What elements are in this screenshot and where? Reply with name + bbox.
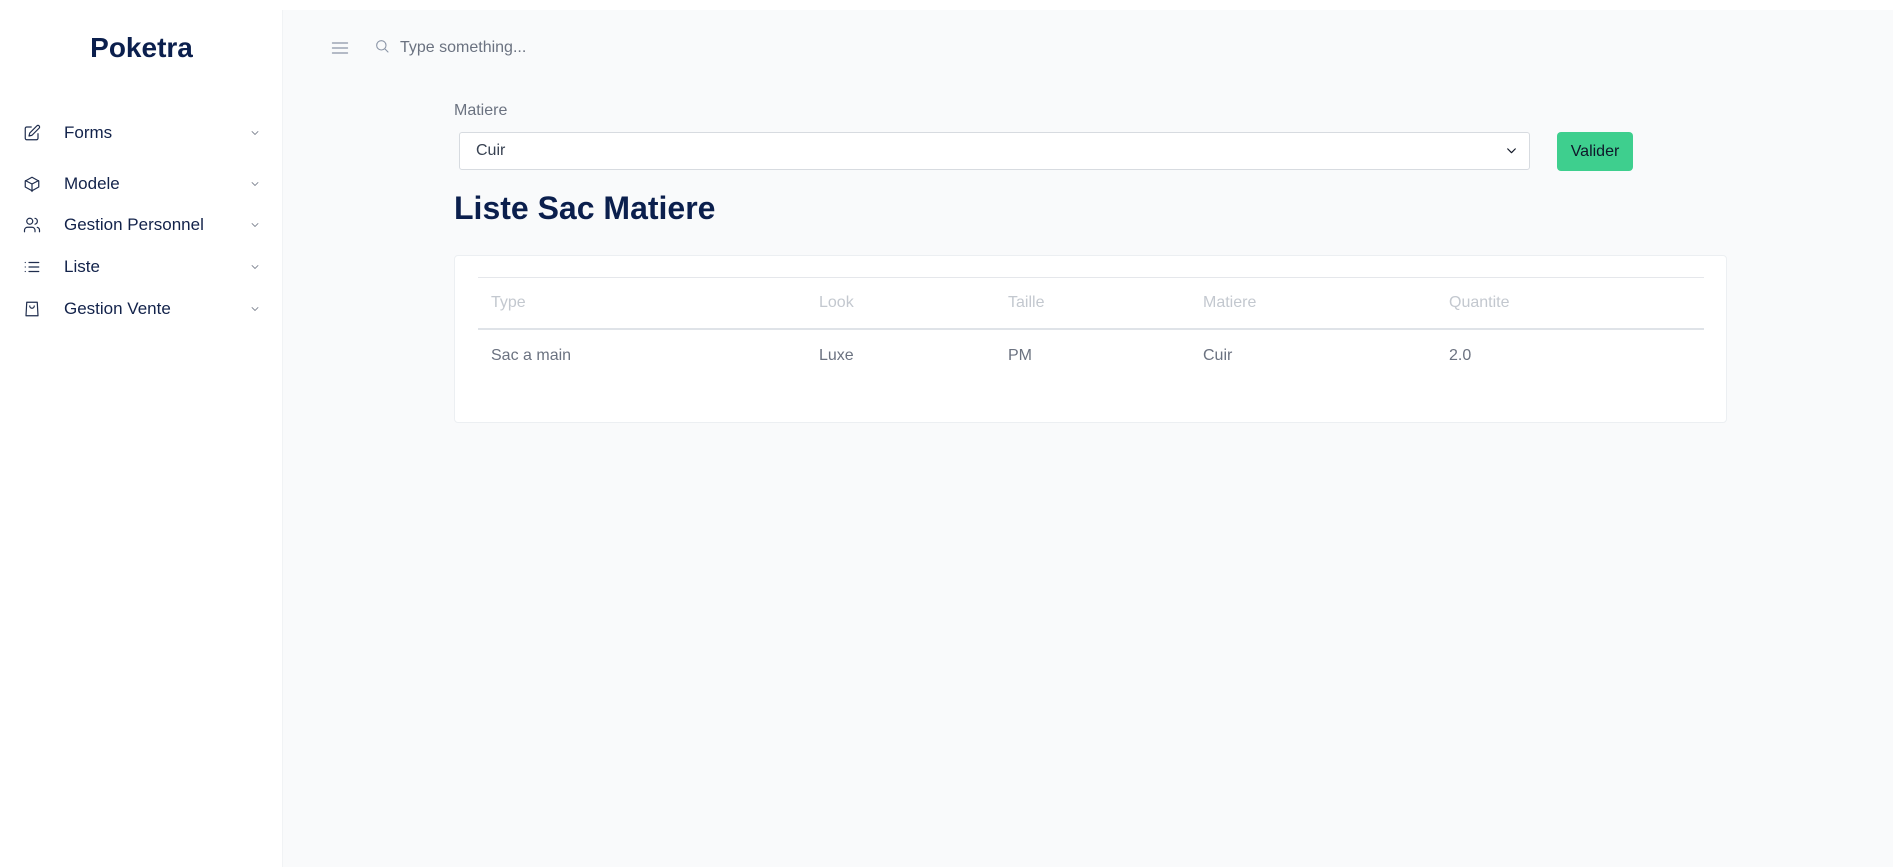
- search-input[interactable]: [400, 39, 760, 57]
- edit-icon: [22, 123, 42, 143]
- table-cell: 2.0: [1449, 347, 1472, 364]
- sidebar-item-modele[interactable]: Modele: [22, 169, 262, 199]
- app-shell: Poketra Forms Modele Gestion Personnel L…: [0, 10, 1893, 867]
- table-cell: PM: [1008, 347, 1032, 364]
- users-icon: [22, 215, 42, 235]
- sidebar-item-forms[interactable]: Forms: [22, 118, 262, 148]
- table-cell: Sac a main: [491, 347, 572, 364]
- cube-icon: [22, 174, 42, 194]
- column-header-type[interactable]: Type: [491, 278, 526, 328]
- chevron-down-icon: [248, 126, 262, 140]
- column-header-look[interactable]: Look: [819, 278, 854, 328]
- table-card: Type Look Taille Matiere Quantite Sac a …: [454, 255, 1727, 423]
- table-header-row: Type Look Taille Matiere Quantite: [478, 277, 1704, 330]
- chevron-down-icon: [248, 302, 262, 316]
- page-title: Liste Sac Matiere: [454, 190, 716, 226]
- chevron-down-icon: [248, 260, 262, 274]
- sidebar-item-label: Gestion Vente: [64, 299, 171, 318]
- list-icon: [22, 257, 42, 277]
- column-header-quantite[interactable]: Quantite: [1449, 278, 1509, 328]
- top-strip: [0, 0, 1893, 10]
- sidebar-item-label: Modele: [64, 174, 120, 193]
- sidebar-item-liste[interactable]: Liste: [22, 252, 262, 282]
- menu-icon[interactable]: [330, 38, 352, 58]
- table-cell: Luxe: [819, 347, 854, 364]
- sidebar-item-gestion-vente[interactable]: Gestion Vente: [22, 294, 262, 324]
- chevron-down-icon: [248, 218, 262, 232]
- column-header-taille[interactable]: Taille: [1008, 278, 1044, 328]
- table-cell: Cuir: [1203, 347, 1233, 364]
- sidebar-item-label: Liste: [64, 257, 100, 276]
- search-icon: [374, 38, 390, 59]
- brand-logo[interactable]: Poketra: [0, 32, 283, 64]
- shopping-bag-icon: [22, 299, 42, 319]
- sidebar-item-label: Forms: [64, 123, 113, 142]
- table-row[interactable]: Sac a main Luxe PM Cuir 2.0: [478, 330, 1704, 382]
- sidebar-item-gestion-personnel[interactable]: Gestion Personnel: [22, 210, 262, 240]
- matiere-select[interactable]: Cuir: [459, 132, 1530, 170]
- matiere-label: Matiere: [454, 102, 508, 119]
- sidebar: Poketra Forms Modele Gestion Personnel L…: [0, 10, 283, 867]
- column-header-matiere[interactable]: Matiere: [1203, 278, 1256, 328]
- sidebar-item-label: Gestion Personnel: [64, 215, 204, 234]
- matiere-select-value: Cuir: [476, 142, 506, 159]
- valider-button[interactable]: Valider: [1557, 132, 1633, 171]
- search-bar: [374, 34, 774, 62]
- chevron-down-icon: [248, 177, 262, 191]
- chevron-down-icon: [1505, 144, 1519, 158]
- data-table: Type Look Taille Matiere Quantite Sac a …: [478, 277, 1704, 382]
